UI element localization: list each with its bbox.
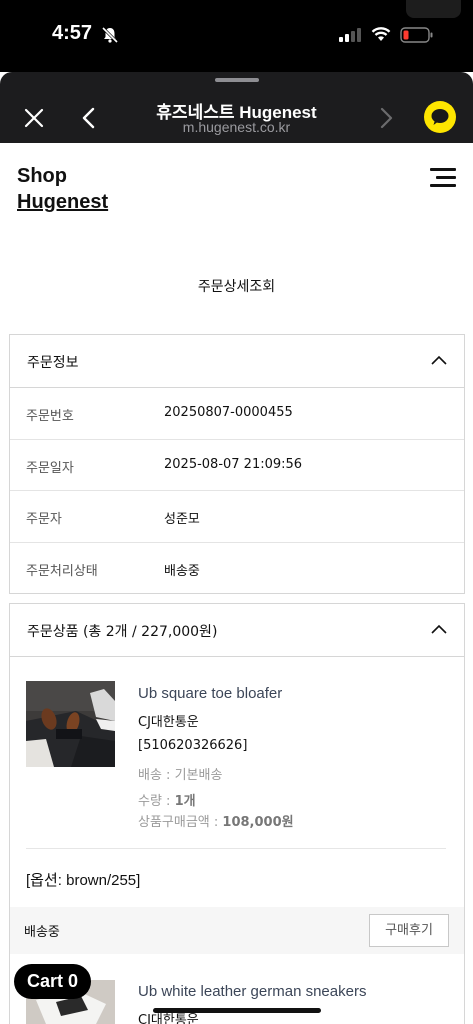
kakao-chat-button[interactable] <box>424 101 456 133</box>
forward-icon[interactable] <box>375 105 397 131</box>
divider <box>26 848 446 849</box>
order-items-heading: 주문상품 (총 2개 / 227,000원) <box>27 624 218 640</box>
chevron-up-icon[interactable] <box>430 353 448 367</box>
cart-button[interactable]: Cart 0 <box>14 964 91 999</box>
shipping-type: 배송 : 기본배송 <box>138 768 223 783</box>
bell-off-icon <box>101 26 119 44</box>
browser-url[interactable]: m.hugenest.co.kr <box>0 119 473 135</box>
product-option: [옵션: brown/255] <box>26 872 141 889</box>
price-label: 상품구매금액 : <box>138 815 223 830</box>
info-label: 주문일자 <box>26 460 74 476</box>
product-thumbnail[interactable] <box>26 681 115 767</box>
write-review-button[interactable]: 구매후기 <box>369 914 449 947</box>
status-bar: 4:57 <box>0 0 473 72</box>
order-info-section: 주문정보 주문번호 20250807-0000455 주문일자 2025-08-… <box>9 334 465 594</box>
signal-icon <box>339 27 361 42</box>
product-photo <box>26 681 115 767</box>
quantity: 수량 : 1개 <box>138 790 196 809</box>
order-info-heading: 주문정보 <box>27 355 79 371</box>
info-label: 주문자 <box>26 512 62 527</box>
product-name[interactable]: Ub white leather german sneakers <box>138 983 366 1000</box>
wifi-icon <box>371 27 391 41</box>
shop-logo[interactable]: Shop Hugenest <box>17 163 108 215</box>
shop-logo-line1: Shop <box>17 165 67 187</box>
info-value: 2025-08-07 21:09:56 <box>164 456 303 472</box>
battery-icon <box>400 27 433 43</box>
kakao-chat-icon <box>431 109 449 125</box>
item-status-bar: 배송중 구매후기 <box>10 907 464 954</box>
hamburger-menu-icon[interactable] <box>428 167 458 189</box>
order-status-row: 주문처리상태 배송중 <box>10 543 464 595</box>
orderer-row: 주문자 성준모 <box>10 491 464 543</box>
item-status: 배송중 <box>24 925 60 940</box>
item-price: 상품구매금액 : 108,000원 <box>138 811 294 830</box>
info-label: 주문번호 <box>26 409 74 424</box>
order-date-row: 주문일자 2025-08-07 21:09:56 <box>10 440 464 491</box>
sheet-grabber[interactable] <box>215 78 259 82</box>
home-indicator[interactable] <box>153 1008 321 1013</box>
page-title: 주문상세조회 <box>197 279 276 295</box>
shop-logo-line2: Hugenest <box>17 191 109 213</box>
quantity-label: 수량 : <box>138 794 175 809</box>
quantity-value: 1개 <box>174 794 196 809</box>
order-number-row: 주문번호 20250807-0000455 <box>10 388 464 440</box>
product-name[interactable]: Ub square toe bloafer <box>138 685 282 702</box>
background-tab <box>406 0 461 18</box>
info-value: 20250807-0000455 <box>164 405 293 420</box>
carrier: CJ대한통운 <box>138 715 199 730</box>
chevron-up-icon[interactable] <box>430 622 448 636</box>
status-time: 4:57 <box>52 22 93 44</box>
in-app-browser-header: 휴즈네스트 Hugenest m.hugenest.co.kr <box>0 72 473 143</box>
info-value: 성준모 <box>164 512 200 527</box>
tracking-number[interactable]: [510620326626] <box>138 738 247 753</box>
price-value: 108,000원 <box>222 815 294 830</box>
info-label: 주문처리상태 <box>26 563 98 579</box>
info-value: 배송중 <box>164 563 200 579</box>
order-items-header[interactable]: 주문상품 (총 2개 / 227,000원) <box>10 604 464 657</box>
order-info-header[interactable]: 주문정보 <box>10 335 464 388</box>
